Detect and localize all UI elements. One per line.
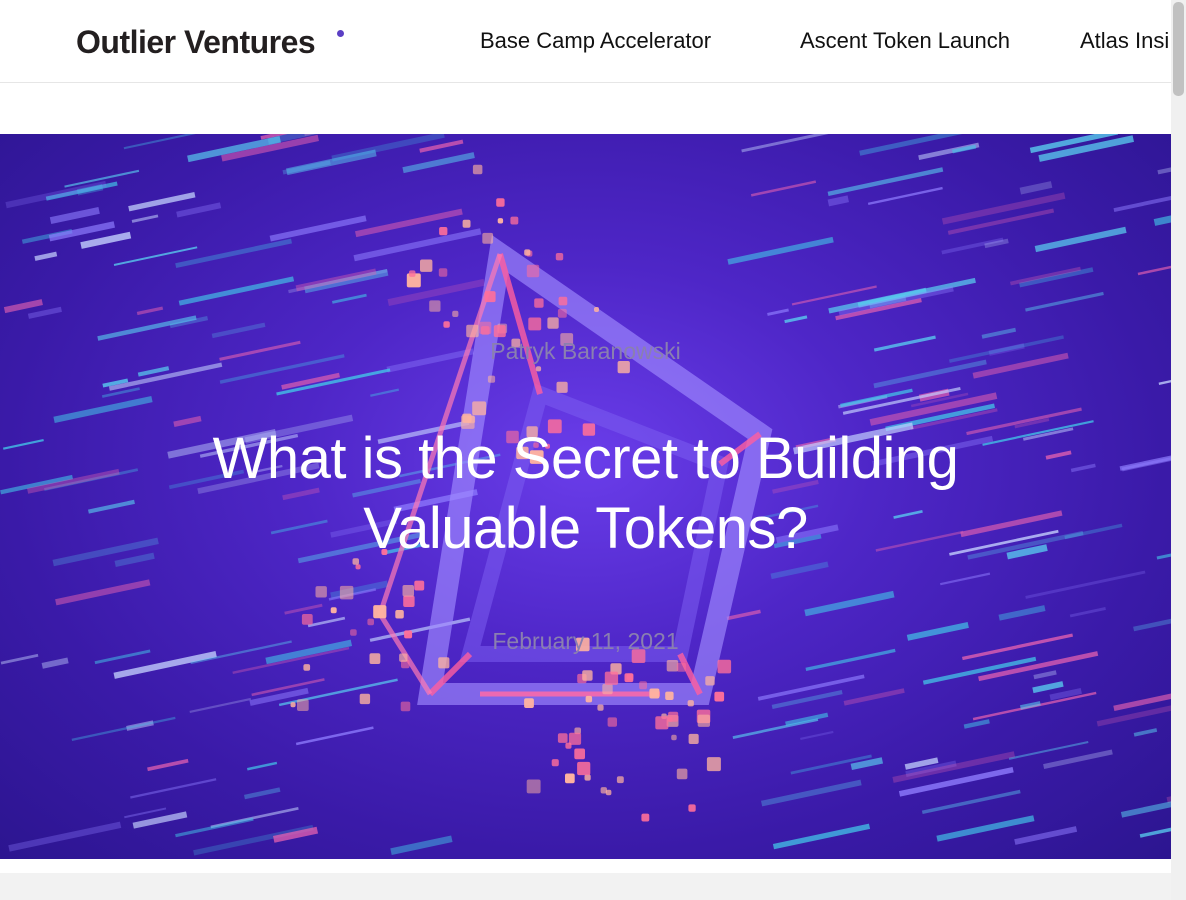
purple-dot-icon: [337, 30, 344, 37]
nav-item-base-camp-accelerator[interactable]: Base Camp Accelerator: [480, 28, 711, 54]
scrollbar-thumb[interactable]: [1173, 2, 1184, 96]
nav-item-atlas[interactable]: Atlas Insi: [1080, 28, 1169, 54]
site-header: Outlier Ventures Base Camp Accelerator A…: [0, 0, 1171, 83]
post-date: February 11, 2021: [492, 628, 679, 654]
hero-banner: Patryk Baranowski What is the Secret to …: [0, 134, 1171, 859]
content-background: [0, 873, 1171, 900]
vertical-scrollbar[interactable]: [1171, 0, 1186, 900]
post-author[interactable]: Patryk Baranowski: [0, 338, 1171, 365]
logo[interactable]: Outlier Ventures: [76, 24, 316, 61]
post-title: What is the Secret to Building Valuable …: [212, 426, 959, 561]
nav-item-ascent-token-launch[interactable]: Ascent Token Launch: [800, 28, 1010, 54]
